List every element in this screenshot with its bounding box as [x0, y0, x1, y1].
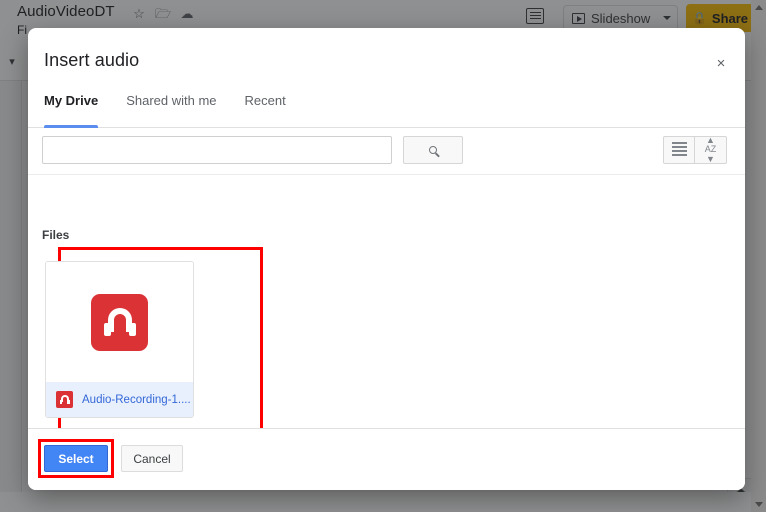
audio-file-mini-icon	[56, 391, 73, 408]
tab-my-drive[interactable]: My Drive	[44, 90, 112, 128]
dialog-footer: Select Cancel	[28, 428, 745, 490]
insert-audio-dialog: Insert audio × My Drive Shared with me R…	[28, 28, 745, 490]
search-button[interactable]	[403, 136, 463, 164]
select-button[interactable]: Select	[44, 445, 108, 472]
tab-recent-label: Recent	[244, 93, 286, 108]
dialog-tabs: My Drive Shared with me Recent	[28, 90, 745, 128]
tab-shared-with-me[interactable]: Shared with me	[112, 90, 230, 128]
scroll-down-icon[interactable]	[751, 497, 766, 512]
page-scrollbar[interactable]	[751, 0, 766, 512]
tab-shared-with-me-label: Shared with me	[126, 93, 217, 108]
files-area: Files Audio-Recording-1....	[28, 174, 745, 452]
headphones-glyph	[103, 308, 136, 336]
search-input[interactable]	[42, 136, 392, 164]
list-glyph	[671, 142, 687, 158]
view-controls: ▲ AZ ▼	[663, 134, 727, 164]
file-card-footer[interactable]: Audio-Recording-1....	[46, 382, 193, 417]
tab-recent[interactable]: Recent	[231, 90, 300, 128]
files-section-label: Files	[42, 228, 70, 242]
tab-my-drive-label: My Drive	[44, 93, 99, 108]
close-icon[interactable]: ×	[711, 54, 731, 74]
cancel-button[interactable]: Cancel	[121, 445, 183, 472]
sort-az-icon[interactable]: ▲ AZ ▼	[695, 134, 727, 164]
scroll-up-icon[interactable]	[751, 0, 766, 15]
dialog-title: Insert audio	[44, 50, 140, 70]
search-row	[28, 128, 745, 174]
search-icon	[429, 146, 437, 154]
screen: AudioVideoDT ☆ 🗁 ☁ Fi Slideshow 🔒 Share …	[0, 0, 766, 512]
file-thumbnail	[46, 262, 193, 382]
file-card[interactable]: Audio-Recording-1....	[45, 261, 194, 418]
audio-file-icon	[91, 293, 148, 351]
list-view-icon[interactable]	[663, 136, 695, 164]
file-name-label: Audio-Recording-1....	[82, 393, 191, 406]
sort-glyph: ▲ AZ ▼	[704, 134, 717, 164]
